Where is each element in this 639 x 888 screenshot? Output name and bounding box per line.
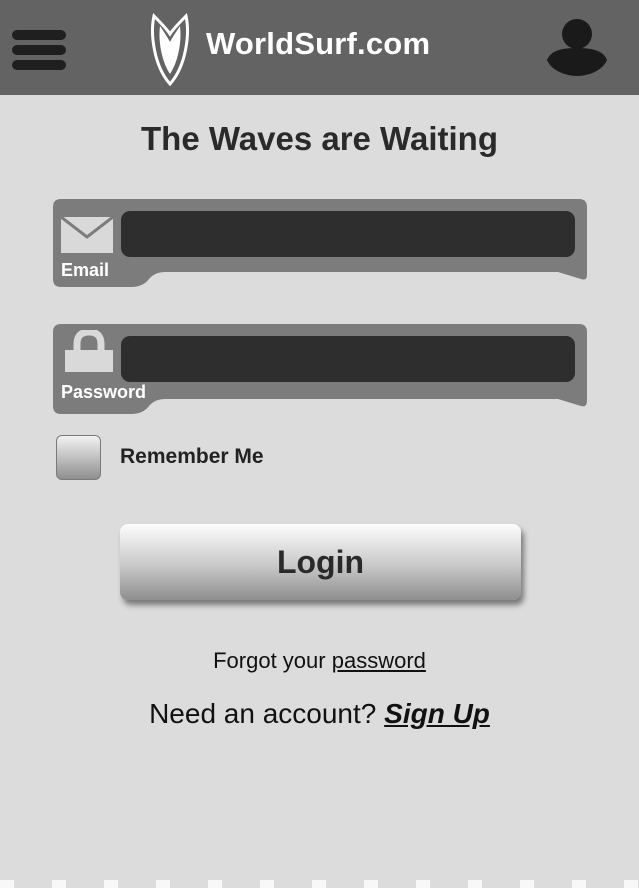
password-field-group: Password (53, 324, 589, 416)
forgot-prefix: Forgot your (213, 648, 332, 673)
login-button[interactable]: Login (120, 524, 521, 600)
lock-icon (65, 330, 113, 372)
signup-prefix: Need an account? (149, 698, 385, 729)
user-profile-icon[interactable] (545, 16, 609, 78)
email-label: Email (61, 260, 110, 280)
forgot-password-text: Forgot your password (0, 648, 639, 674)
signup-link[interactable]: Sign Up (384, 698, 490, 729)
page-title: The Waves are Waiting (141, 120, 498, 157)
top-bar: WorldSurf.com (0, 0, 639, 95)
brand-name: WorldSurf.com (206, 26, 431, 61)
remember-me-label: Remember Me (120, 445, 264, 468)
password-input[interactable] (121, 336, 575, 382)
email-input[interactable] (121, 211, 575, 257)
forgot-password-link[interactable]: password (332, 648, 426, 673)
surfboard-logo-icon (151, 13, 189, 86)
remember-me-checkbox[interactable] (56, 435, 101, 480)
hamburger-menu-icon[interactable] (12, 30, 66, 70)
bottom-edge-decoration (0, 880, 639, 888)
password-label: Password (61, 382, 147, 402)
signup-text: Need an account? Sign Up (0, 698, 639, 730)
envelope-icon (61, 215, 113, 253)
email-field-group: Email (53, 199, 589, 291)
